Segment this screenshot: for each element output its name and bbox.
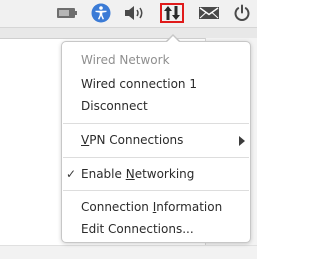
menu-header-wired-network: Wired Network (81, 53, 170, 67)
volume-icon[interactable] (122, 3, 148, 23)
mnemonic-n: N (125, 167, 135, 181)
vpn-label-rest: PN Connections (89, 133, 184, 147)
enable-label-rest: etworking (134, 167, 195, 181)
battery-icon[interactable] (56, 3, 78, 23)
screen: Wired Network Wired connection 1 Disconn… (0, 0, 257, 259)
menu-item-vpn-connections[interactable]: VPN Connections (81, 132, 183, 148)
menu-item-connection-information[interactable]: Connection Information (81, 199, 222, 215)
network-menu: Wired Network Wired connection 1 Disconn… (61, 41, 251, 243)
network-icon[interactable] (160, 3, 184, 23)
accessibility-icon[interactable] (90, 3, 112, 23)
menu-item-wired-connection-1[interactable]: Wired connection 1 (81, 76, 197, 92)
info-label-prefix: Connection (81, 200, 153, 214)
power-icon[interactable] (231, 3, 253, 23)
menu-separator (63, 123, 249, 124)
submenu-arrow-icon (239, 136, 245, 146)
info-label-rest: nformation (156, 200, 223, 214)
mail-icon[interactable] (197, 3, 221, 23)
menu-item-edit-connections[interactable]: Edit Connections... (81, 221, 194, 237)
menu-item-enable-networking[interactable]: Enable Networking (81, 166, 194, 182)
enable-label-prefix: Enable (81, 167, 126, 181)
background-window-titlebar (0, 28, 257, 38)
checkmark-icon: ✓ (66, 167, 77, 181)
menu-pointer-fill (167, 36, 179, 42)
top-panel (0, 0, 257, 28)
background-bottom-strip (0, 245, 257, 259)
menu-separator (63, 190, 249, 191)
mnemonic-v: V (81, 133, 90, 147)
menu-item-disconnect[interactable]: Disconnect (81, 98, 148, 114)
menu-separator (63, 157, 249, 158)
